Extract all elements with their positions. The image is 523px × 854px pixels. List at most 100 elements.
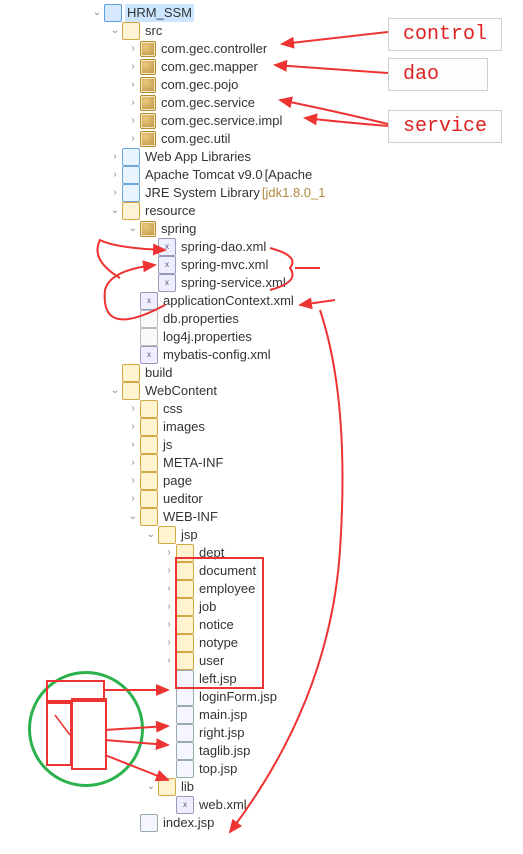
chevron-right-icon[interactable]: › [108, 148, 122, 166]
chevron-right-icon[interactable]: › [126, 472, 140, 490]
chevron-down-icon[interactable]: ⌄ [126, 220, 140, 238]
twisty-none [126, 328, 140, 346]
chevron-right-icon[interactable]: › [126, 418, 140, 436]
jdk-version: [jdk1.8.0_1 [262, 184, 326, 202]
tree-label: loginForm.jsp [197, 688, 279, 706]
tree-label: com.gec.service [159, 94, 257, 112]
xml-icon: x [158, 274, 176, 292]
tree-node[interactable]: ⌄ resource [0, 202, 523, 220]
tree-label: spring-dao.xml [179, 238, 268, 256]
chevron-right-icon[interactable]: › [126, 400, 140, 418]
chevron-right-icon[interactable]: › [126, 58, 140, 76]
chevron-right-icon[interactable]: › [126, 436, 140, 454]
tree-label: mybatis-config.xml [161, 346, 273, 364]
tree-label: log4j.properties [161, 328, 254, 346]
chevron-right-icon[interactable]: › [126, 130, 140, 148]
tree-node[interactable]: xmybatis-config.xml [0, 346, 523, 364]
twisty-none [126, 346, 140, 364]
chevron-down-icon[interactable]: ⌄ [108, 382, 122, 400]
chevron-right-icon[interactable]: › [108, 166, 122, 184]
tree-label: ueditor [161, 490, 205, 508]
package-icon [140, 59, 156, 75]
tree-node[interactable]: db.properties [0, 310, 523, 328]
lib-icon [122, 148, 140, 166]
tree-label: resource [143, 202, 198, 220]
tree-label: src [143, 22, 164, 40]
tree-label: spring [159, 220, 198, 238]
src-icon [122, 22, 140, 40]
tree-label: com.gec.service.impl [159, 112, 284, 130]
chevron-right-icon[interactable]: › [162, 544, 176, 562]
tree-label: lib [179, 778, 196, 796]
tree-node[interactable]: ⌄jsp [0, 526, 523, 544]
chevron-right-icon[interactable]: › [126, 94, 140, 112]
chevron-down-icon[interactable]: ⌄ [144, 778, 158, 796]
chevron-right-icon[interactable]: › [126, 112, 140, 130]
chevron-right-icon[interactable]: › [162, 616, 176, 634]
tree-node[interactable]: › css [0, 400, 523, 418]
tree-label: WEB-INF [161, 508, 220, 526]
tree-node[interactable]: xspring-mvc.xml [0, 256, 523, 274]
tree-node[interactable]: log4j.properties [0, 328, 523, 346]
tree-node[interactable]: build [0, 364, 523, 382]
tree-label: JRE System Library [143, 184, 262, 202]
tree-node[interactable]: ⌄ spring [0, 220, 523, 238]
twisty-none [162, 742, 176, 760]
chevron-down-icon[interactable]: ⌄ [126, 508, 140, 526]
annot-rect-layout-left [46, 702, 72, 766]
tree-node[interactable]: › Web App Libraries [0, 148, 523, 166]
folder-icon [140, 490, 158, 508]
tree-node[interactable]: ›page [0, 472, 523, 490]
folder-open-icon [140, 508, 158, 526]
xml-icon: x [158, 238, 176, 256]
annot-service: service [388, 110, 502, 143]
chevron-down-icon[interactable]: ⌄ [90, 4, 104, 22]
tree-label: db.properties [161, 310, 241, 328]
tree-node[interactable]: ›js [0, 436, 523, 454]
tree-node[interactable]: xspring-service.xml [0, 274, 523, 292]
tree-label: com.gec.pojo [159, 76, 240, 94]
tree-node[interactable]: ›Apache Tomcat v9.0 [Apache [0, 166, 523, 184]
chevron-right-icon[interactable]: › [162, 634, 176, 652]
package-icon [140, 41, 156, 57]
tree-node[interactable]: index.jsp [0, 814, 523, 832]
jsp-icon [176, 706, 194, 724]
tree-label: taglib.jsp [197, 742, 252, 760]
tree-node[interactable]: ⌄ WEB-INF [0, 508, 523, 526]
chevron-right-icon[interactable]: › [162, 598, 176, 616]
chevron-right-icon[interactable]: › [162, 562, 176, 580]
tree-node[interactable]: ⌄WebContent [0, 382, 523, 400]
chevron-right-icon[interactable]: › [126, 76, 140, 94]
folder-icon [140, 454, 158, 472]
tree-node[interactable]: xspring-dao.xml [0, 238, 523, 256]
xml-icon: x [140, 346, 158, 364]
tree-node[interactable]: › JRE System Library [jdk1.8.0_1 [0, 184, 523, 202]
chevron-right-icon[interactable]: › [162, 652, 176, 670]
twisty-none [162, 670, 176, 688]
chevron-right-icon[interactable]: › [126, 40, 140, 58]
chevron-right-icon[interactable]: › [108, 184, 122, 202]
tree-label: right.jsp [197, 724, 247, 742]
tree-label: css [161, 400, 185, 418]
tree-node[interactable]: xweb.xml [0, 796, 523, 814]
chevron-down-icon[interactable]: ⌄ [108, 22, 122, 40]
tree-node[interactable]: › ueditor [0, 490, 523, 508]
tree-label: META-INF [161, 454, 225, 472]
chevron-down-icon[interactable]: ⌄ [144, 526, 158, 544]
tree-label: Web App Libraries [143, 148, 253, 166]
tree-node[interactable]: xapplicationContext.xml [0, 292, 523, 310]
chevron-right-icon[interactable]: › [126, 454, 140, 472]
tree-label: Apache Tomcat v9.0 [143, 166, 265, 184]
tree-node[interactable]: ›images [0, 418, 523, 436]
tree-label: com.gec.controller [159, 40, 269, 58]
chevron-down-icon[interactable]: ⌄ [108, 202, 122, 220]
lib-icon [122, 166, 140, 184]
package-icon [140, 77, 156, 93]
tree-node[interactable]: › META-INF [0, 454, 523, 472]
chevron-right-icon[interactable]: › [162, 580, 176, 598]
folder-icon [122, 364, 140, 382]
twisty-none [144, 238, 158, 256]
jsp-icon [176, 724, 194, 742]
tree-label: spring-mvc.xml [179, 256, 270, 274]
chevron-right-icon[interactable]: › [126, 490, 140, 508]
